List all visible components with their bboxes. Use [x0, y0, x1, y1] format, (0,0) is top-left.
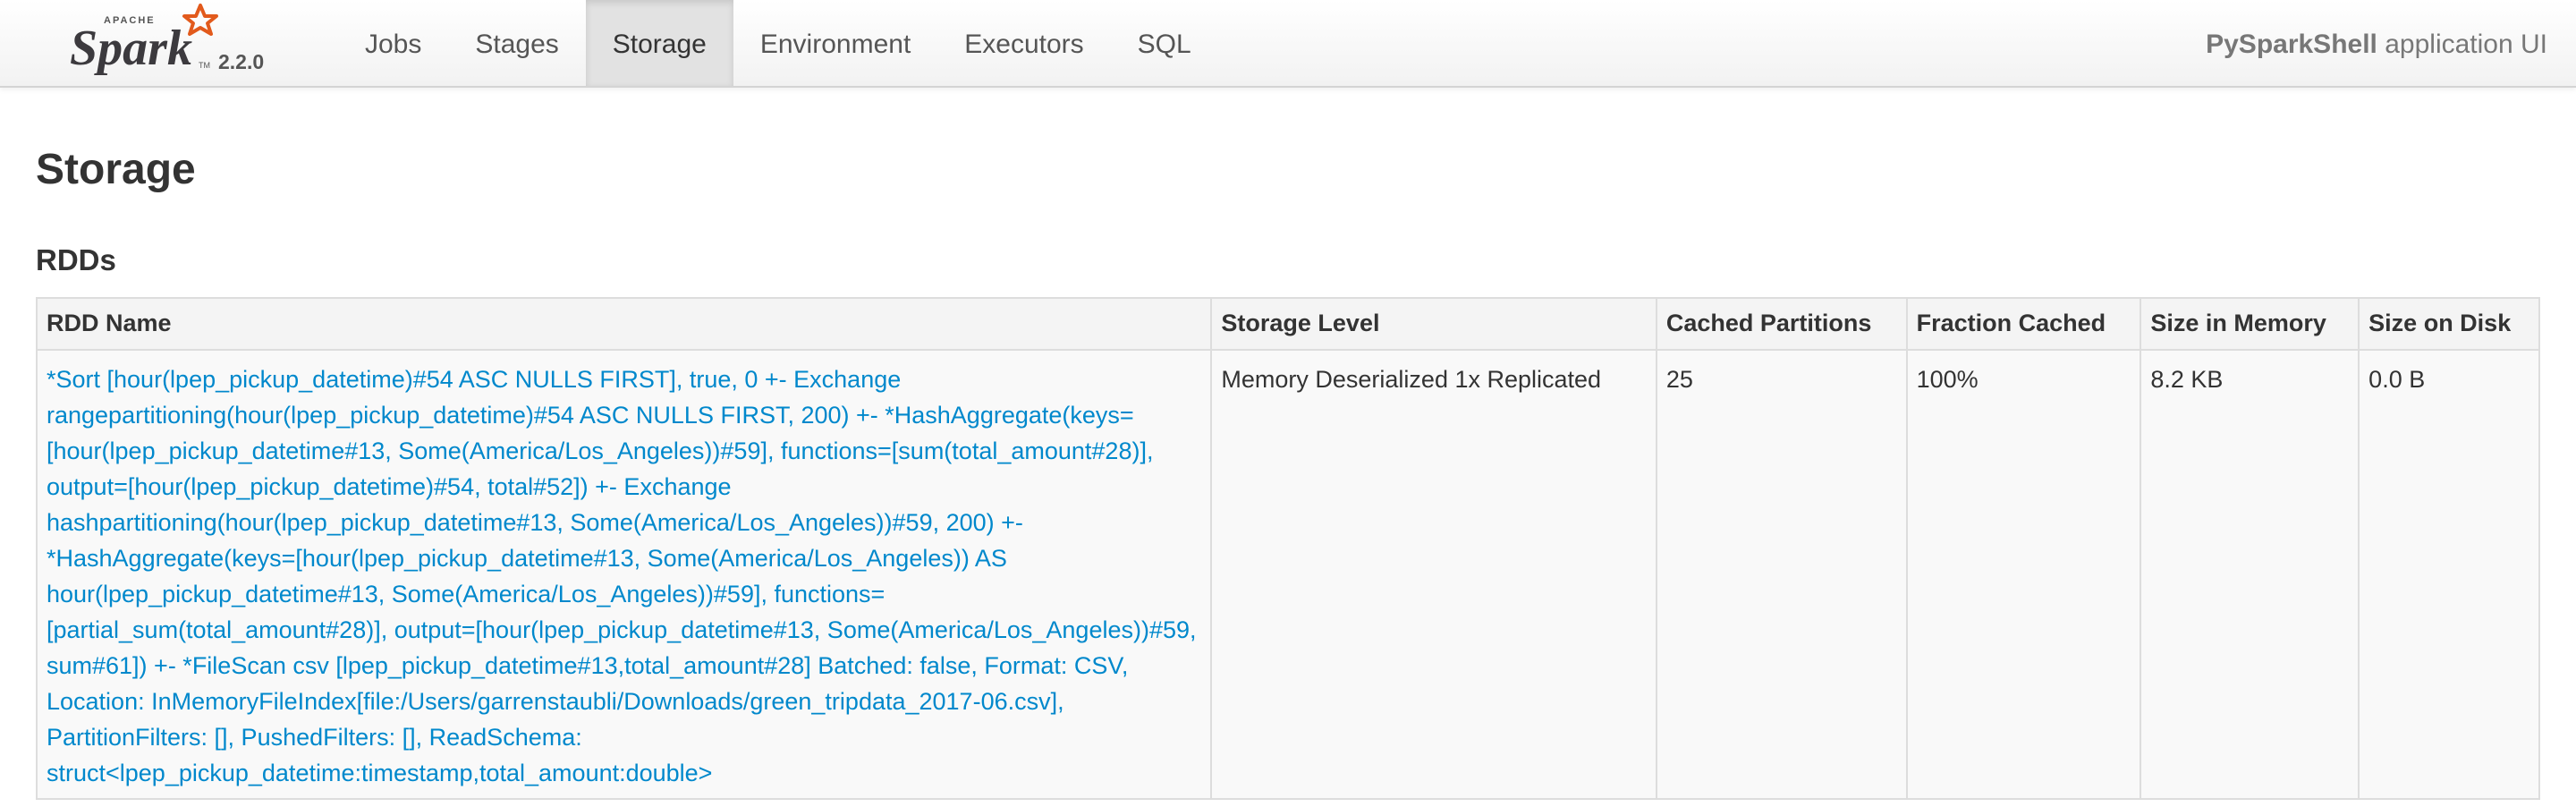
spark-logo[interactable]: APACHE Spark TM 2.2.0 — [66, 0, 281, 86]
tab-executors[interactable]: Executors — [937, 0, 1110, 86]
column-header-size-in-memory[interactable]: Size in Memory — [2140, 297, 2360, 351]
column-header-rdd-name[interactable]: RDD Name — [35, 297, 1213, 351]
rdd-name-cell: *Sort [hour(lpep_pickup_datetime)#54 ASC… — [35, 349, 1213, 800]
tab-sql[interactable]: SQL — [1111, 0, 1218, 86]
section-title-rdds: RDDs — [36, 243, 116, 276]
cached-partitions-cell: 25 — [1655, 349, 1908, 800]
nav-tabs: Jobs Stages Storage Environment Executor… — [338, 0, 1218, 86]
column-header-fraction-cached[interactable]: Fraction Cached — [1905, 297, 2142, 351]
svg-text:Spark: Spark — [70, 21, 192, 76]
column-header-cached-partitions[interactable]: Cached Partitions — [1655, 297, 1908, 351]
svg-text:TM: TM — [199, 61, 210, 70]
table-row: *Sort [hour(lpep_pickup_datetime)#54 ASC… — [35, 349, 2540, 800]
fraction-cached-cell: 100% — [1905, 349, 2142, 800]
spark-version: 2.2.0 — [218, 50, 265, 73]
app-name: PySparkShell — [2206, 30, 2377, 59]
app-title-suffix: application UI — [2385, 30, 2547, 59]
column-header-storage-level[interactable]: Storage Level — [1210, 297, 1657, 351]
tab-environment[interactable]: Environment — [733, 0, 937, 86]
storage-level-cell: Memory Deserialized 1x Replicated — [1210, 349, 1657, 800]
tab-jobs[interactable]: Jobs — [338, 0, 448, 86]
rdd-table: RDD Name Storage Level Cached Partitions… — [35, 297, 2540, 800]
rdd-name-link[interactable]: *Sort [hour(lpep_pickup_datetime)#54 ASC… — [47, 366, 1197, 786]
top-navbar: APACHE Spark TM 2.2.0 Jobs Stages Storag… — [0, 0, 2576, 88]
app-title: PySparkShell application UI — [2206, 0, 2547, 86]
table-header-row: RDD Name Storage Level Cached Partitions… — [35, 297, 2540, 351]
spark-logo-icon: APACHE Spark TM — [70, 4, 218, 76]
column-header-size-on-disk[interactable]: Size on Disk — [2358, 297, 2540, 351]
size-in-memory-cell: 8.2 KB — [2140, 349, 2360, 800]
tab-storage[interactable]: Storage — [585, 0, 733, 86]
page-title: Storage — [36, 146, 196, 193]
size-on-disk-cell: 0.0 B — [2358, 349, 2540, 800]
tab-stages[interactable]: Stages — [448, 0, 585, 86]
